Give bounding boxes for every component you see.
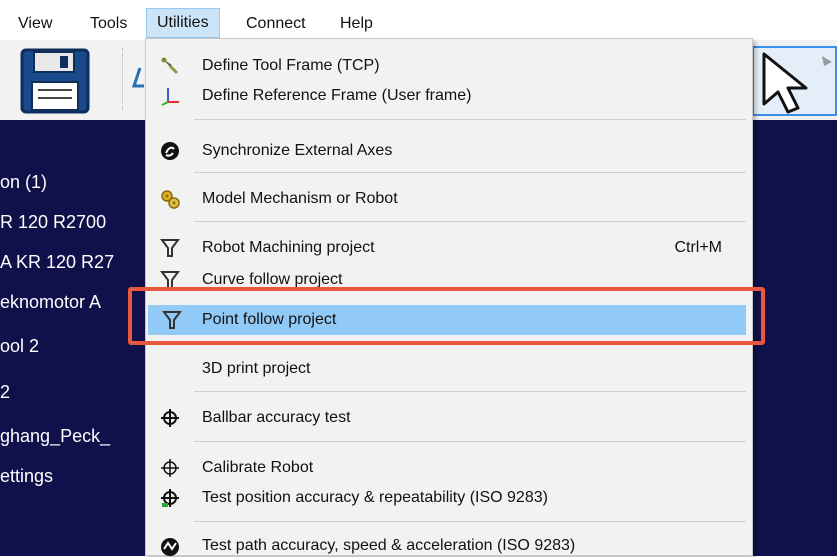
tree-item[interactable]: ghang_Peck_ xyxy=(0,426,110,447)
crosshair-icon xyxy=(160,408,180,428)
menu-item-ballbar-accuracy-test[interactable]: Ballbar accuracy test xyxy=(146,403,752,433)
cursor-arrow-icon xyxy=(762,52,832,114)
tree-item[interactable]: ettings xyxy=(0,466,53,487)
menu-item-calibrate-robot[interactable]: Calibrate Robot xyxy=(146,453,752,483)
tree-item[interactable]: ool 2 xyxy=(0,336,39,357)
menu-separator xyxy=(194,221,746,222)
gears-icon xyxy=(160,189,180,209)
menu-tools[interactable]: Tools xyxy=(90,10,127,38)
menu-item-label: Test position accuracy & repeatability (… xyxy=(202,489,548,506)
menu-item-label: Synchronize External Axes xyxy=(202,142,393,159)
toolbar-icon-partial[interactable] xyxy=(131,66,146,96)
curve-follow-icon xyxy=(160,270,180,287)
floppy-disk-icon xyxy=(20,48,90,114)
crosshair-icon xyxy=(160,458,180,478)
menu-separator xyxy=(194,441,746,442)
tree-item[interactable]: 2 xyxy=(0,382,10,403)
menu-item-test-position-accuracy[interactable]: Test position accuracy & repeatability (… xyxy=(146,483,752,513)
menu-bar: View Tools Utilities Connect Help xyxy=(0,0,837,40)
reference-frame-icon xyxy=(160,86,180,106)
crosshair-icon xyxy=(160,488,180,508)
menu-item-label: Define Reference Frame (User frame) xyxy=(202,87,472,104)
machining-icon xyxy=(160,238,180,258)
tree-item[interactable]: on (1) xyxy=(0,172,47,193)
menu-item-test-path-accuracy[interactable]: Test path accuracy, speed & acceleration… xyxy=(146,535,752,557)
menu-item-define-reference-frame[interactable]: Define Reference Frame (User frame) xyxy=(146,81,752,111)
tool-frame-icon xyxy=(160,56,180,76)
menu-item-label: Define Tool Frame (TCP) xyxy=(202,57,380,74)
shortcut-label: Ctrl+M xyxy=(674,239,722,256)
menu-item-synchronize-external-axes[interactable]: Synchronize External Axes xyxy=(146,136,752,166)
highlight-callout-box xyxy=(128,287,765,345)
sync-axes-icon xyxy=(160,141,180,161)
toolbar-separator xyxy=(122,48,123,110)
menu-help[interactable]: Help xyxy=(340,10,373,38)
menu-item-label: 3D print project xyxy=(202,360,311,377)
menu-item-label: Model Mechanism or Robot xyxy=(202,190,398,207)
menu-item-model-mechanism[interactable]: Model Mechanism or Robot xyxy=(146,184,752,214)
tree-item[interactable]: eknomotor A xyxy=(0,292,101,313)
menu-separator xyxy=(194,521,746,522)
select-mode-button[interactable] xyxy=(752,46,837,116)
menu-connect[interactable]: Connect xyxy=(246,10,306,38)
menu-item-3d-print-project[interactable]: 3D print project xyxy=(146,354,752,384)
tree-item[interactable]: A KR 120 R27 xyxy=(0,252,114,273)
menu-item-label: Ballbar accuracy test xyxy=(202,409,351,426)
menu-item-curve-follow-project[interactable]: Curve follow project xyxy=(146,265,752,287)
menu-item-label: Test path accuracy, speed & acceleration… xyxy=(202,537,576,554)
menu-view[interactable]: View xyxy=(18,10,52,38)
menu-item-robot-machining-project[interactable]: Robot Machining project Ctrl+M xyxy=(146,233,752,263)
menu-separator xyxy=(194,391,746,392)
menu-item-label: Robot Machining project xyxy=(202,239,375,256)
path-test-icon xyxy=(160,537,180,557)
menu-utilities[interactable]: Utilities xyxy=(146,8,220,38)
tree-item[interactable]: R 120 R2700 xyxy=(0,212,106,233)
menu-separator xyxy=(194,172,746,173)
menu-item-label: Calibrate Robot xyxy=(202,459,314,476)
menu-item-define-tool-frame[interactable]: Define Tool Frame (TCP) xyxy=(146,51,752,81)
save-button[interactable] xyxy=(14,48,98,114)
menu-item-label: Curve follow project xyxy=(202,271,343,287)
measure-icon xyxy=(131,67,144,88)
menu-separator xyxy=(194,119,746,120)
